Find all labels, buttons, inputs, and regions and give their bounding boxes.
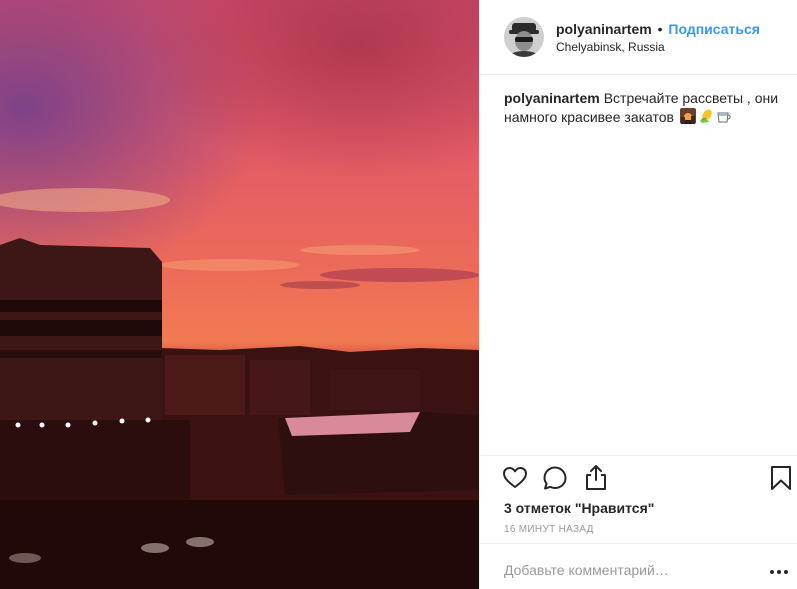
share-button[interactable] [583, 463, 609, 491]
share-icon [586, 465, 606, 490]
comment-bubble-icon [543, 466, 567, 490]
post-caption: polyaninartem Встречайте рассветы , они н… [504, 89, 784, 129]
post-header: polyaninartem • Подписаться Chelyabinsk,… [480, 0, 797, 75]
follow-button[interactable]: Подписаться [668, 21, 760, 37]
avatar[interactable] [504, 17, 544, 57]
header-username[interactable]: polyaninartem [556, 21, 652, 37]
save-button[interactable] [770, 465, 792, 491]
corn-emoji [698, 108, 714, 129]
heart-icon [503, 467, 527, 488]
post-timestamp[interactable]: 16 МИНУТ НАЗАД [504, 524, 594, 535]
comment-divider [480, 543, 797, 544]
hot-beverage-emoji [716, 108, 732, 129]
header-line: polyaninartem • Подписаться [556, 21, 760, 37]
sunrise-photo [0, 0, 479, 589]
sunrise-over-city-emoji [679, 108, 696, 129]
user-avatar-image [504, 17, 544, 57]
like-button[interactable] [502, 465, 528, 491]
header-separator: • [657, 21, 663, 37]
likes-count[interactable]: 3 отметок "Нравится" [504, 500, 654, 516]
more-options-button[interactable] [768, 563, 790, 581]
comment-button[interactable] [542, 465, 568, 491]
more-options-icon [770, 570, 788, 574]
post-details-panel: polyaninartem • Подписаться Chelyabinsk,… [479, 0, 797, 589]
post-photo[interactable] [0, 0, 479, 589]
bookmark-icon [771, 466, 791, 490]
comment-input[interactable] [504, 558, 744, 582]
actions-divider [480, 455, 797, 456]
post-location[interactable]: Chelyabinsk, Russia [556, 40, 665, 54]
caption-username[interactable]: polyaninartem [504, 90, 600, 106]
